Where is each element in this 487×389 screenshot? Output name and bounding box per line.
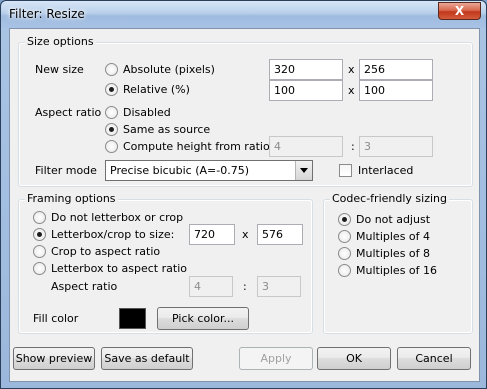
aspect-ratio-label: Aspect ratio (35, 106, 102, 119)
framing-ratio-separator: : (243, 280, 247, 293)
framing-letterbox-radio[interactable] (33, 228, 46, 241)
codec-8-radio[interactable] (338, 247, 351, 260)
cancel-button[interactable]: Cancel (397, 347, 471, 370)
aspect-disabled-label[interactable]: Disabled (123, 106, 171, 120)
aspect-ratio-a-input[interactable]: 4 (269, 136, 343, 157)
pick-color-button[interactable]: Pick color... (157, 307, 249, 330)
absolute-width-input[interactable]: 320 (269, 59, 343, 80)
framing-none-label[interactable]: Do not letterbox or crop (51, 211, 183, 225)
absolute-radio[interactable] (105, 63, 118, 76)
relative-times-label: x (348, 84, 355, 97)
relative-height-input[interactable]: 100 (359, 80, 433, 101)
close-button[interactable]: X (438, 2, 481, 20)
framing-letterbox-aspect-radio[interactable] (33, 262, 46, 275)
codec-none-label[interactable]: Do not adjust (356, 213, 430, 227)
dialog-client: Size options New size Absolute (pixels) … (9, 28, 480, 382)
framing-ratio-b-input[interactable]: 3 (257, 276, 301, 297)
apply-button[interactable]: Apply (239, 347, 313, 370)
aspect-disabled-radio[interactable] (105, 106, 118, 119)
framing-crop-radio[interactable] (33, 245, 46, 258)
absolute-height-input[interactable]: 256 (359, 59, 433, 80)
filter-mode-label: Filter mode (35, 164, 97, 177)
absolute-label[interactable]: Absolute (pixels) (123, 63, 215, 77)
interlaced-checkbox[interactable] (339, 164, 352, 177)
codec-4-label[interactable]: Multiples of 4 (356, 230, 430, 244)
size-options-title: Size options (25, 35, 96, 49)
fill-color-label: Fill color (33, 312, 79, 325)
framing-none-radio[interactable] (33, 211, 46, 224)
framing-letterbox-label[interactable]: Letterbox/crop to size: (51, 228, 174, 242)
absolute-times-label: x (348, 63, 355, 76)
window-title: Filter: Resize (9, 7, 85, 21)
filter-mode-value: Precise bicubic (A=-0.75) (110, 164, 250, 177)
framing-options-group: Framing options Do not letterbox or crop… (18, 192, 313, 334)
codec-16-radio[interactable] (338, 264, 351, 277)
aspect-same-label[interactable]: Same as source (123, 123, 210, 137)
aspect-ratio-b-input[interactable]: 3 (359, 136, 433, 157)
ok-button[interactable]: OK (317, 347, 391, 370)
aspect-compute-radio[interactable] (105, 140, 118, 153)
relative-radio[interactable] (105, 83, 118, 96)
codec-sizing-title: Codec-friendly sizing (330, 192, 449, 206)
resize-dialog: Filter: Resize X Size options New size A… (0, 0, 487, 389)
show-preview-button[interactable]: Show preview (13, 347, 95, 370)
new-size-label: New size (35, 63, 84, 76)
size-options-group: Size options New size Absolute (pixels) … (18, 35, 473, 187)
aspect-compute-label[interactable]: Compute height from ratio: (123, 140, 273, 154)
framing-letterbox-aspect-label[interactable]: Letterbox to aspect ratio (51, 262, 187, 276)
title-bar[interactable]: Filter: Resize X (1, 1, 486, 28)
framing-options-title: Framing options (25, 192, 118, 206)
fill-color-swatch (119, 308, 146, 329)
framing-aspect-label: Aspect ratio (51, 280, 118, 293)
codec-16-label[interactable]: Multiples of 16 (356, 264, 437, 278)
filter-mode-select[interactable]: Precise bicubic (A=-0.75) (105, 160, 313, 181)
codec-4-radio[interactable] (338, 230, 351, 243)
codec-8-label[interactable]: Multiples of 8 (356, 247, 430, 261)
relative-label[interactable]: Relative (%) (123, 83, 190, 97)
framing-ratio-a-input[interactable]: 4 (189, 276, 233, 297)
interlaced-label[interactable]: Interlaced (358, 164, 413, 178)
save-default-button[interactable]: Save as default (101, 347, 193, 370)
framing-width-input[interactable]: 720 (189, 224, 235, 245)
relative-width-input[interactable]: 100 (269, 80, 343, 101)
framing-crop-label[interactable]: Crop to aspect ratio (51, 245, 160, 259)
codec-none-radio[interactable] (338, 213, 351, 226)
codec-sizing-group: Codec-friendly sizing Do not adjust Mult… (323, 192, 473, 334)
aspect-ratio-separator: : (351, 140, 355, 153)
aspect-same-radio[interactable] (105, 123, 118, 136)
framing-height-input[interactable]: 576 (257, 224, 303, 245)
framing-times-label: x (242, 228, 249, 241)
chevron-down-icon[interactable] (295, 161, 312, 180)
